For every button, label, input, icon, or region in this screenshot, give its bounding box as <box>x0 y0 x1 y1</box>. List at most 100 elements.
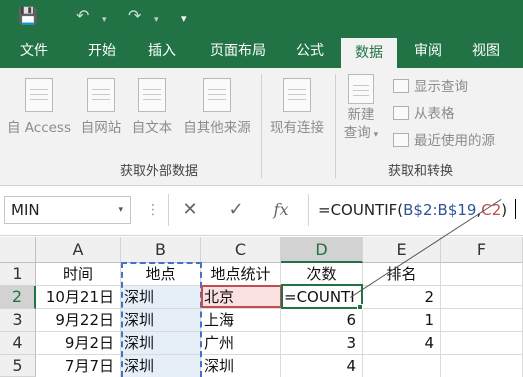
tab-review[interactable]: 审阅 <box>402 34 454 68</box>
formula-bar-grip-icon[interactable]: ⋮ <box>146 196 160 224</box>
from-web-label: 自网站 <box>80 120 122 136</box>
web-page-icon <box>87 78 115 112</box>
chevron-down-icon[interactable]: ▾ <box>118 197 123 223</box>
cell-b4[interactable]: 深圳 <box>121 332 201 355</box>
from-table-button[interactable]: 从表格 <box>393 103 455 125</box>
name-box-value: MIN <box>11 201 40 219</box>
group-label-get-transform: 获取和转换 <box>388 164 454 179</box>
cell-a4[interactable]: 9月2日 <box>36 332 121 355</box>
new-query-label-1: 新建 <box>347 107 375 123</box>
cell-d3[interactable]: 6 <box>281 309 363 332</box>
from-other-label: 自其他来源 <box>183 120 251 136</box>
formula-input[interactable]: =COUNTIF(B$2:B$19,C2) <box>318 196 517 224</box>
cell-f4[interactable] <box>441 332 523 355</box>
divider <box>168 194 169 226</box>
cell-d1[interactable]: 次数 <box>281 263 363 286</box>
table-icon <box>393 106 409 120</box>
cell-a2[interactable]: 10月21日 <box>36 286 121 309</box>
tab-formulas[interactable]: 公式 <box>284 34 336 68</box>
title-bar: 💾 ↶ ▾ ↷ ▾ ▾ <box>0 0 523 34</box>
cell-f2[interactable] <box>441 286 523 309</box>
formula-prefix: =COUNTIF( <box>318 201 404 219</box>
show-queries-button[interactable]: 显示查询 <box>393 76 468 98</box>
existing-connections-button[interactable]: 现有连接 <box>264 78 330 136</box>
worksheet-grid[interactable]: A B C D E F 1 2 3 4 5 时间 地点 地点统计 次数 排名 1… <box>0 198 523 377</box>
ribbon-tabs: 文件 开始 插入 页面布局 公式 数据 审阅 视图 <box>0 34 523 68</box>
cell-a5[interactable]: 7月7日 <box>36 355 121 377</box>
recent-sources-button[interactable]: 最近使用的源 <box>393 130 495 152</box>
cell-e3[interactable]: 1 <box>363 309 441 332</box>
from-access-label: 自 Access <box>6 120 71 136</box>
recent-sources-label: 最近使用的源 <box>414 133 495 149</box>
from-access-button[interactable]: 自 Access <box>4 78 74 136</box>
tab-data[interactable]: 数据 <box>341 38 397 68</box>
cell-a3[interactable]: 9月22日 <box>36 309 121 332</box>
undo-icon[interactable]: ↶ <box>76 6 89 26</box>
tab-page-layout[interactable]: 页面布局 <box>200 34 276 68</box>
column-header-f[interactable]: F <box>441 237 523 263</box>
cell-e4[interactable]: 4 <box>363 332 441 355</box>
connections-icon <box>283 78 311 112</box>
column-header-c[interactable]: C <box>201 237 281 263</box>
cell-d5[interactable]: 4 <box>281 355 363 377</box>
cell-b3[interactable]: 深圳 <box>121 309 201 332</box>
cell-f3[interactable] <box>441 309 523 332</box>
group-label-external-data: 获取外部数据 <box>120 164 199 179</box>
cell-b1[interactable]: 地点 <box>121 263 201 286</box>
cell-f5[interactable] <box>441 355 523 377</box>
cell-c2[interactable]: 北京 <box>201 286 281 309</box>
cell-b2[interactable]: 深圳 <box>121 286 201 309</box>
undo-dropdown-icon[interactable]: ▾ <box>102 10 107 30</box>
tab-view[interactable]: 视图 <box>460 34 512 68</box>
text-file-icon <box>138 78 166 112</box>
cell-b5[interactable]: 深圳 <box>121 355 201 377</box>
access-database-icon <box>25 78 53 112</box>
recent-sources-icon <box>393 133 409 147</box>
row-header-3[interactable]: 3 <box>0 309 36 332</box>
group-separator <box>261 74 262 178</box>
chevron-down-icon: ▾ <box>370 130 379 140</box>
tab-home[interactable]: 开始 <box>76 34 128 68</box>
divider <box>308 194 309 226</box>
new-query-label-2: 查询 <box>343 125 371 141</box>
column-header-b[interactable]: B <box>121 237 201 263</box>
redo-dropdown-icon[interactable]: ▾ <box>154 10 159 30</box>
cell-e5[interactable] <box>363 355 441 377</box>
row-header-2[interactable]: 2 <box>0 286 36 309</box>
cell-c4[interactable]: 广州 <box>201 332 281 355</box>
cell-c3[interactable]: 上海 <box>201 309 281 332</box>
insert-function-button[interactable]: fx <box>268 196 294 224</box>
cell-a1[interactable]: 时间 <box>36 263 121 286</box>
formula-ref-range: B$2:B$19 <box>403 201 477 219</box>
cell-f1[interactable] <box>441 263 523 286</box>
fill-handle[interactable] <box>357 304 363 310</box>
cell-c1[interactable]: 地点统计 <box>201 263 281 286</box>
tab-file[interactable]: 文件 <box>8 34 60 68</box>
from-text-button[interactable]: 自文本 <box>127 78 177 136</box>
cell-e2[interactable]: 2 <box>363 286 441 309</box>
select-all-corner[interactable] <box>0 237 36 263</box>
save-icon[interactable]: 💾 <box>18 6 38 26</box>
formula-bar: MIN ▾ ⋮ ✕ ✓ fx =COUNTIF(B$2:B$19,C2) <box>0 186 523 236</box>
name-box[interactable]: MIN ▾ <box>4 196 131 224</box>
cell-e1[interactable]: 排名 <box>363 263 441 286</box>
redo-icon[interactable]: ↷ <box>128 6 141 26</box>
column-header-a[interactable]: A <box>36 237 121 263</box>
enter-button[interactable]: ✓ <box>223 196 249 224</box>
column-header-e[interactable]: E <box>363 237 441 263</box>
new-query-button[interactable]: 新建 查询 ▾ <box>338 74 384 144</box>
queries-icon <box>393 79 409 93</box>
cancel-button[interactable]: ✕ <box>177 196 203 224</box>
row-header-5[interactable]: 5 <box>0 355 36 377</box>
cell-c5[interactable]: 深圳 <box>201 355 281 377</box>
tab-insert[interactable]: 插入 <box>136 34 188 68</box>
from-web-button[interactable]: 自网站 <box>76 78 126 136</box>
from-other-sources-button[interactable]: 自其他来源 <box>178 78 256 136</box>
column-header-d[interactable]: D <box>281 237 363 263</box>
from-table-label: 从表格 <box>414 106 455 122</box>
row-header-1[interactable]: 1 <box>0 263 36 286</box>
from-text-label: 自文本 <box>131 120 173 136</box>
customize-qat-icon[interactable]: ▾ <box>181 9 187 29</box>
row-header-4[interactable]: 4 <box>0 332 36 355</box>
cell-d4[interactable]: 3 <box>281 332 363 355</box>
